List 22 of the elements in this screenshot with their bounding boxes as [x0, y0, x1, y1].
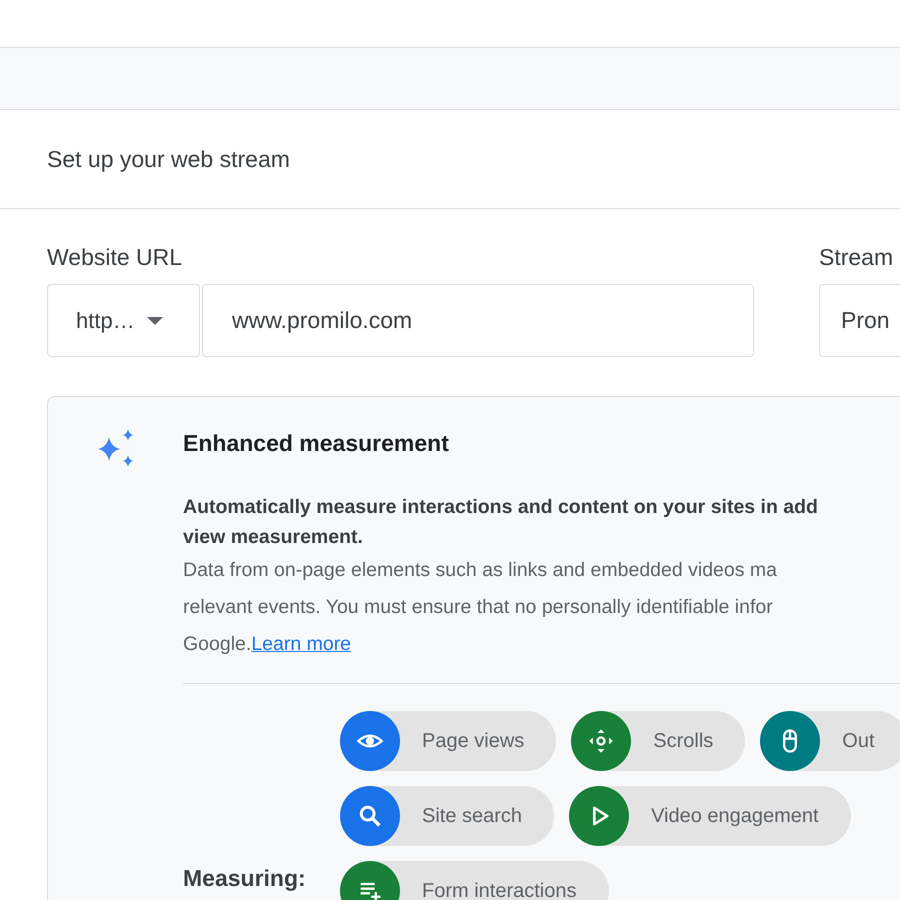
panel-title: Enhanced measurement	[183, 430, 450, 458]
chip-label: Scrolls	[653, 730, 714, 752]
chip-label: Video engagement	[651, 804, 819, 828]
description-text: Google.	[183, 633, 252, 655]
field-label: Website URL	[47, 244, 184, 272]
chip-label: Site search	[422, 804, 522, 828]
protocol-dropdown[interactable]: http…	[47, 284, 200, 357]
description-text: Automatically measure interactions and content on your sites in add	[183, 495, 819, 520]
arrows-icon	[587, 727, 616, 755]
section-title: Set up your web stream	[47, 146, 290, 172]
learn-more-link[interactable]: Learn more	[251, 633, 352, 655]
description-text: view measurement.	[183, 525, 364, 550]
url-input-field[interactable]: www.promilo.com	[202, 284, 754, 357]
description-text: relevant events. You must ensure that no personally identifiable infor	[183, 595, 774, 620]
description-text: Data from on-page elements such as links and embedded videos ma	[183, 558, 778, 583]
measuring-label: Measuring:	[183, 865, 307, 893]
stream-name-field[interactable]: Pron	[819, 284, 900, 357]
chip-label: Form interactions	[422, 880, 576, 900]
chip-label: Out	[842, 730, 875, 752]
chip-label: Page views	[422, 730, 524, 752]
caret-icon	[146, 316, 163, 324]
field-label: Stream	[819, 244, 894, 272]
